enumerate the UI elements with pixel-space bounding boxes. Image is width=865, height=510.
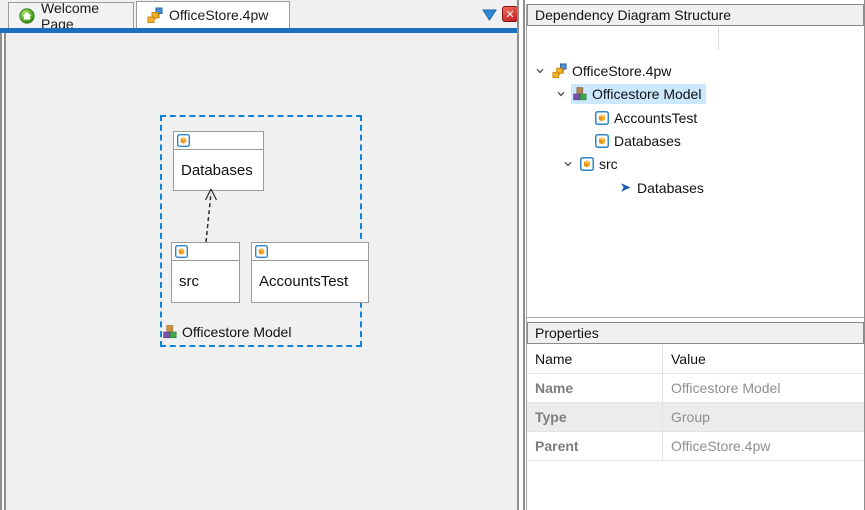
node-accountstest[interactable]: AccountsTest [251, 242, 369, 303]
properties-panel-title: Properties [535, 325, 599, 341]
properties-table: Name Value Name Officestore Model Type G… [527, 345, 864, 461]
link-icon [619, 181, 632, 194]
side-panel: Dependency Diagram Structure OfficeStore… [525, 0, 865, 510]
tree-item-label: Officestore Model [592, 85, 702, 102]
window-edge-line [0, 0, 2, 510]
project-icon [552, 63, 567, 78]
node-src[interactable]: src [171, 242, 240, 303]
package-icon [595, 133, 609, 148]
chevron-down-icon[interactable] [556, 89, 571, 99]
tab-list-dropdown-button[interactable] [481, 8, 497, 22]
triangle-down-icon [481, 9, 497, 22]
property-value: Officestore Model [671, 380, 781, 396]
node-header [252, 243, 368, 261]
package-icon [580, 156, 594, 171]
tab-bar: Welcome Page OfficeStore.4pw ✕ [0, 0, 518, 32]
node-label: src [179, 273, 199, 290]
structure-panel-header: Dependency Diagram Structure [527, 4, 864, 26]
tab-officestore[interactable]: OfficeStore.4pw [136, 1, 290, 28]
property-row-name[interactable]: Name Officestore Model [527, 374, 864, 403]
tab-welcome-page[interactable]: Welcome Page [8, 0, 134, 32]
package-icon [175, 245, 188, 258]
tree-item-label: OfficeStore.4pw [572, 62, 672, 79]
properties-header-row: Name Value [527, 345, 864, 374]
tree-item-label: Databases [614, 132, 681, 149]
chevron-down-icon[interactable] [535, 66, 550, 76]
tree-item-databases-link[interactable]: Databases [527, 176, 864, 199]
package-icon [177, 134, 190, 147]
project-icon [147, 7, 163, 23]
group-label[interactable]: Officestore Model [163, 323, 291, 341]
node-databases[interactable]: Databases [173, 131, 264, 191]
property-name: Type [527, 403, 663, 431]
property-value: OfficeStore.4pw [671, 438, 771, 454]
property-row-parent[interactable]: Parent OfficeStore.4pw [527, 432, 864, 461]
property-name: Parent [527, 432, 663, 460]
node-header [174, 132, 263, 150]
tree-item-label: Databases [637, 179, 704, 196]
welcome-icon [19, 7, 35, 24]
node-header [172, 243, 239, 261]
dependency-structure-tree: OfficeStore.4pw Officestore Model Accoun… [527, 26, 864, 317]
diagram-canvas[interactable]: Databases src AccountsTest Officestore M… [6, 33, 517, 510]
tree-item-databases[interactable]: Databases [527, 129, 864, 152]
node-label: AccountsTest [259, 273, 349, 290]
property-value: Group [671, 409, 710, 425]
tree-column-divider [718, 27, 719, 50]
group-label-text: Officestore Model [182, 324, 292, 340]
model-icon [573, 86, 587, 101]
properties-panel-header: Properties [527, 322, 864, 344]
structure-panel-title: Dependency Diagram Structure [535, 7, 732, 23]
tab-label: Welcome Page [41, 0, 100, 32]
package-icon [595, 110, 609, 125]
model-icon [163, 325, 177, 339]
panel-splitter-line[interactable] [527, 317, 864, 318]
package-icon [255, 245, 268, 258]
column-header-name: Name [527, 345, 663, 373]
tree-item-officestore-model[interactable]: Officestore Model [527, 82, 864, 105]
tree-item-label: src [599, 155, 618, 172]
tree-item-label: AccountsTest [614, 109, 698, 126]
selected-tree-item[interactable]: Officestore Model [571, 83, 707, 104]
tree-item-accountstest[interactable]: AccountsTest [527, 106, 864, 129]
close-tab-button[interactable]: ✕ [502, 6, 518, 22]
dependency-arrow [204, 188, 218, 243]
property-row-type[interactable]: Type Group [527, 403, 864, 432]
tree-item-officestore-4pw[interactable]: OfficeStore.4pw [527, 59, 864, 82]
pane-splitter[interactable] [517, 0, 525, 510]
property-name: Name [527, 374, 663, 402]
chevron-down-icon[interactable] [563, 159, 578, 169]
close-icon: ✕ [505, 8, 515, 21]
tab-label: OfficeStore.4pw [169, 7, 269, 23]
column-header-value: Value [671, 351, 706, 367]
editor-pane: Welcome Page OfficeStore.4pw ✕ Databases… [0, 0, 518, 510]
tree-item-src[interactable]: src [527, 152, 864, 175]
